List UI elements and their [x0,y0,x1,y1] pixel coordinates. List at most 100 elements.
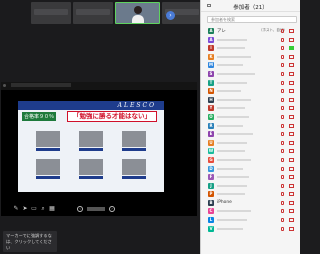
muted-mic-icon[interactable] [281,37,284,42]
camera-icon[interactable] [289,209,294,214]
muted-mic-icon[interactable] [281,106,284,111]
participant-row[interactable]: R [205,122,299,131]
blurred-participant-name [217,227,243,230]
participant-row[interactable]: U [205,139,299,148]
next-slide-button[interactable]: › [109,206,115,212]
muted-mic-icon[interactable] [281,140,284,145]
camera-icon[interactable] [289,192,294,197]
participant-row[interactable]: A アレ （ホスト、自分） [205,27,299,36]
participant-row[interactable]: P [205,190,299,199]
camera-icon[interactable] [289,63,294,68]
muted-mic-icon[interactable] [281,149,284,154]
participant-row[interactable]: S [205,70,299,79]
camera-icon[interactable] [289,132,294,137]
camera-icon[interactable] [289,97,294,102]
muted-mic-icon[interactable] [281,123,284,128]
participant-row[interactable]: L [205,216,299,225]
avatar: S [208,70,214,77]
participant-row[interactable]: G [205,156,299,165]
muted-mic-icon[interactable] [281,97,284,102]
participant-row[interactable]: A [205,36,299,45]
camera-icon[interactable] [289,183,294,188]
camera-icon[interactable] [289,123,294,128]
muted-mic-icon[interactable] [281,54,284,59]
avatar: A [208,36,214,43]
participant-search-input[interactable]: 参加者を検索 [207,16,297,23]
photo-caption [36,176,60,179]
pen-icon[interactable]: ✎ [13,206,19,212]
participant-row[interactable]: J [205,182,299,191]
blurred-participant-name [217,210,251,213]
slide-pager: ‹ › [77,206,115,212]
muted-mic-icon[interactable] [281,71,284,76]
camera-icon[interactable] [289,46,294,51]
participant-row[interactable]: W [205,147,299,156]
camera-icon[interactable] [289,218,294,223]
camera-icon[interactable] [289,200,294,205]
camera-icon[interactable] [289,226,294,231]
panel-header: 参加者（21） [201,0,300,12]
camera-icon[interactable] [289,71,294,76]
camera-icon[interactable] [289,140,294,145]
participant-row[interactable]: F [205,173,299,182]
camera-icon[interactable] [289,175,294,180]
camera-icon[interactable] [289,37,294,42]
zoom-icon[interactable]: ⌕ [40,206,46,212]
screen-share-window[interactable]: ALESCO 合格率９０％ 「勉強に勝る才能はない」 ✎ ➤ ▭ ⌕ ▦ ‹ › [1,82,197,216]
camera-icon[interactable] [289,166,294,171]
camera-icon[interactable] [289,29,294,33]
muted-mic-icon[interactable] [281,175,284,180]
participant-row[interactable]: N [205,87,299,96]
participant-row[interactable]: C [205,207,299,216]
camera-icon[interactable] [289,80,294,85]
avatar: V [208,225,214,232]
participant-row[interactable]: K [205,53,299,62]
video-thumbnail[interactable] [31,2,71,24]
camera-icon[interactable] [289,157,294,162]
camera-icon[interactable] [289,89,294,94]
video-thumbnail[interactable] [73,2,113,24]
video-thumbnail-strip [31,2,202,24]
muted-mic-icon[interactable] [281,209,284,214]
participant-row[interactable]: D [205,165,299,174]
participant-row[interactable]: Y [205,104,299,113]
participant-row[interactable]: E [205,130,299,139]
mouse-icon[interactable]: ➤ [22,206,28,212]
muted-mic-icon[interactable] [281,63,284,68]
muted-mic-icon[interactable] [281,226,284,231]
blurred-participant-name [217,184,247,187]
participant-row[interactable]: H [205,96,299,105]
grid-icon[interactable]: ▦ [49,206,55,212]
muted-mic-icon[interactable] [281,183,284,188]
participant-name: iPhone [217,199,232,205]
participant-row[interactable]: V [205,225,299,234]
eraser-icon[interactable]: ▭ [31,206,37,212]
camera-icon[interactable] [289,149,294,154]
avatar: R [208,122,214,129]
participant-row[interactable]: O [205,113,299,122]
camera-icon[interactable] [289,106,294,111]
camera-icon[interactable] [289,54,294,59]
participant-row[interactable]: I [205,44,299,53]
previous-slide-button[interactable]: ‹ [77,206,83,212]
muted-mic-icon[interactable] [281,218,284,223]
participant-row[interactable]: T [205,79,299,88]
muted-mic-icon[interactable] [281,157,284,162]
camera-icon[interactable] [289,114,294,119]
muted-mic-icon[interactable] [281,200,284,205]
blurred-participant-name [217,219,247,222]
muted-mic-icon[interactable] [281,132,284,137]
active-speaker-thumbnail[interactable] [115,2,160,24]
muted-mic-icon[interactable] [281,192,284,197]
participant-row[interactable]: M [205,61,299,70]
muted-mic-icon[interactable] [281,46,284,51]
muted-mic-icon[interactable] [281,80,284,85]
slide-photo [79,131,103,147]
muted-mic-icon[interactable] [281,29,284,33]
muted-mic-icon[interactable] [281,114,284,119]
muted-mic-icon[interactable] [281,89,284,94]
participant-row[interactable]: BiPhone [205,199,299,208]
slide-headline: 「勉強に勝る才能はない」 [67,111,157,122]
next-page-button[interactable]: › [166,11,175,20]
muted-mic-icon[interactable] [281,166,284,171]
